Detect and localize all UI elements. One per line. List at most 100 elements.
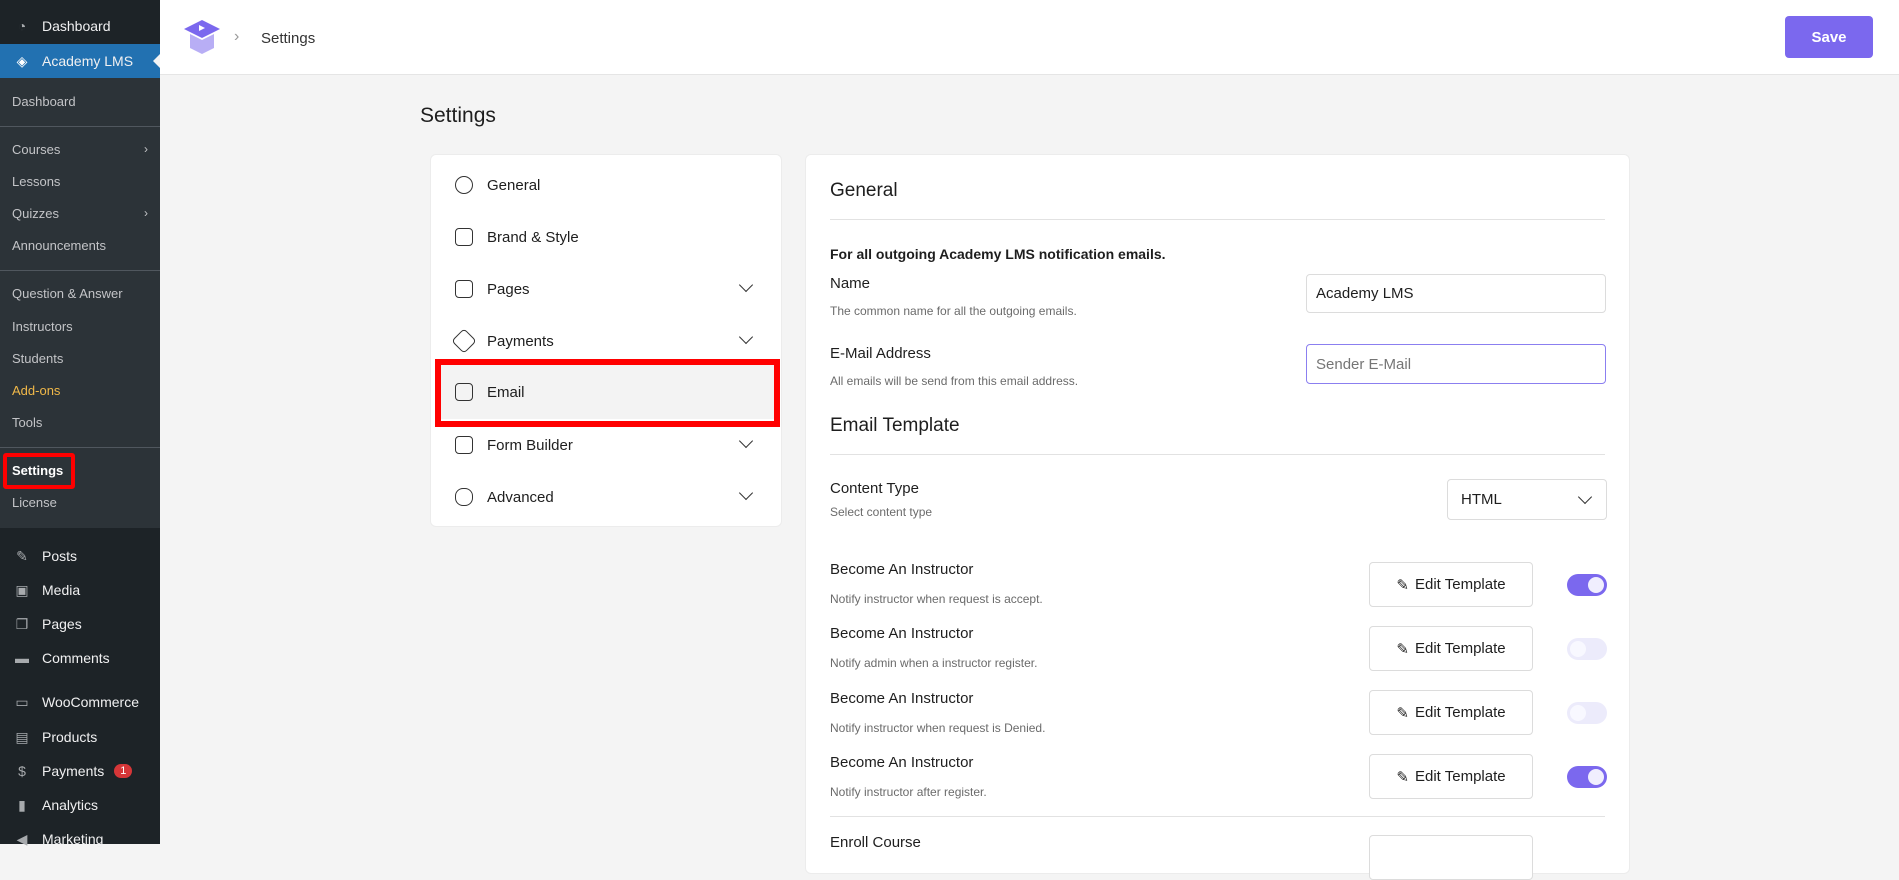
template-toggle[interactable] — [1567, 702, 1607, 724]
section-heading-general: General — [830, 180, 898, 201]
menu-dashboard[interactable]: ◔ Dashboard — [12, 18, 111, 34]
template-title: Become An Instructor — [830, 754, 974, 771]
menu-products[interactable]: ▤ Products — [12, 729, 97, 745]
content-type-label: Content Type — [830, 480, 919, 497]
general-icon — [455, 176, 473, 194]
template-desc: Notify admin when a instructor register. — [830, 656, 1038, 670]
bar-chart-icon: ▮ — [18, 797, 26, 813]
content-type-select[interactable]: HTML — [1447, 479, 1607, 520]
template-title: Enroll Course — [830, 834, 921, 851]
edit-template-button[interactable] — [1369, 835, 1533, 880]
woo-icon: ▭ — [15, 694, 29, 710]
submenu-courses[interactable]: Courses — [12, 142, 60, 157]
submenu-license[interactable]: License — [12, 495, 57, 510]
top-header: › Settings Save — [160, 0, 1899, 75]
megaphone-icon: ◀ — [16, 831, 28, 847]
dollar-icon: $ — [18, 763, 26, 779]
current-arrow — [146, 54, 160, 68]
menu-media[interactable]: ▣ Media — [12, 582, 80, 598]
settings-menu-pages[interactable]: Pages — [431, 265, 781, 313]
name-desc: The common name for all the outgoing ema… — [830, 304, 1077, 318]
intro-text: For all outgoing Academy LMS notificatio… — [830, 246, 1166, 262]
submenu-tools[interactable]: Tools — [12, 415, 42, 430]
chevron-right-icon: › — [144, 206, 148, 220]
dashboard-icon: ◔ — [17, 18, 27, 34]
template-desc: Notify instructor when request is accept… — [830, 592, 1043, 606]
section-heading-email-template: Email Template — [830, 415, 960, 436]
breadcrumb-separator-icon: › — [234, 28, 240, 45]
pages-icon: ❐ — [15, 616, 29, 632]
palette-icon — [455, 228, 473, 246]
chevron-down-icon — [738, 485, 754, 501]
chevron-down-icon — [1577, 489, 1593, 505]
payment-icon — [451, 328, 477, 354]
menu-posts[interactable]: ✎ Posts — [12, 548, 77, 564]
name-input[interactable] — [1306, 274, 1606, 313]
settings-menu-general[interactable]: General — [431, 161, 781, 209]
submenu-dashboard[interactable]: Dashboard — [12, 94, 76, 109]
media-icon: ▣ — [15, 582, 29, 598]
pencil-icon: ✎ — [1396, 576, 1409, 594]
template-toggle[interactable] — [1567, 638, 1607, 660]
email-desc: All emails will be send from this email … — [830, 374, 1079, 388]
wp-admin-sidebar: ◔ Dashboard ◈ Academy LMS Dashboard Course… — [0, 0, 160, 847]
menu-analytics[interactable]: ▮ Analytics — [12, 797, 98, 813]
template-desc: Notify instructor after register. — [830, 785, 987, 799]
submenu-settings[interactable]: Settings — [12, 463, 63, 478]
template-title: Become An Instructor — [830, 561, 974, 578]
menu-comments[interactable]: ▬ Comments — [12, 650, 110, 666]
submenu-students[interactable]: Students — [12, 351, 63, 366]
chevron-down-icon — [738, 329, 754, 345]
submenu-addons[interactable]: Add-ons — [12, 383, 60, 398]
edit-template-button[interactable]: ✎ Edit Template — [1369, 626, 1533, 671]
settings-menu-payments[interactable]: Payments — [431, 317, 781, 365]
comment-icon: ▬ — [15, 650, 29, 666]
edit-template-button[interactable]: ✎ Edit Template — [1369, 690, 1533, 735]
sliders-icon — [455, 488, 473, 506]
edit-template-button[interactable]: ✎ Edit Template — [1369, 754, 1533, 799]
settings-menu-advanced[interactable]: Advanced — [431, 473, 781, 521]
academy-icon: ◈ — [16, 53, 28, 69]
pin-icon: ✎ — [16, 548, 28, 564]
menu-pages[interactable]: ❐ Pages — [12, 616, 82, 632]
email-settings-panel: General For all outgoing Academy LMS not… — [805, 154, 1630, 880]
pencil-icon: ✎ — [1396, 768, 1409, 786]
settings-menu-brand[interactable]: Brand & Style — [431, 213, 781, 261]
chevron-down-icon — [738, 433, 754, 449]
edit-template-button[interactable]: ✎ Edit Template — [1369, 562, 1533, 607]
chevron-down-icon — [738, 277, 754, 293]
pencil-icon: ✎ — [1396, 640, 1409, 658]
academy-submenu: Dashboard Courses › Lessons Quizzes › Anno… — [0, 78, 160, 528]
pencil-icon: ✎ — [1396, 704, 1409, 722]
submenu-qa[interactable]: Question & Answer — [12, 286, 123, 301]
menu-marketing[interactable]: ◀ Marketing — [12, 831, 104, 847]
template-toggle[interactable] — [1567, 574, 1607, 596]
form-icon — [455, 436, 473, 454]
template-title: Become An Instructor — [830, 625, 974, 642]
menu-woocommerce[interactable]: ▭ WooCommerce — [12, 694, 139, 710]
payments-badge: 1 — [114, 764, 133, 778]
academy-logo-icon — [184, 20, 220, 54]
template-desc: Notify instructor when request is Denied… — [830, 721, 1046, 735]
template-title: Become An Instructor — [830, 690, 974, 707]
settings-menu: General Brand & Style Pages Payments Ema… — [430, 154, 782, 527]
menu-payments[interactable]: $ Payments 1 — [12, 763, 133, 779]
menu-academy-lms[interactable]: ◈ Academy LMS — [0, 44, 160, 78]
sender-email-input[interactable] — [1306, 344, 1606, 384]
submenu-lessons[interactable]: Lessons — [12, 174, 60, 189]
archive-icon: ▤ — [15, 729, 29, 745]
submenu-instructors[interactable]: Instructors — [12, 319, 73, 334]
email-label: E-Mail Address — [830, 345, 931, 362]
settings-menu-form-builder[interactable]: Form Builder — [431, 421, 781, 469]
page-title: Settings — [420, 104, 496, 127]
email-highlight-box — [435, 359, 780, 427]
submenu-announcements[interactable]: Announcements — [12, 238, 106, 253]
save-button[interactable]: Save — [1785, 16, 1873, 58]
chevron-right-icon: › — [144, 142, 148, 156]
content-type-desc: Select content type — [830, 505, 933, 519]
submenu-quizzes[interactable]: Quizzes — [12, 206, 59, 221]
template-toggle[interactable] — [1567, 766, 1607, 788]
name-label: Name — [830, 275, 871, 292]
pages-icon — [455, 280, 473, 298]
breadcrumb: Settings — [261, 30, 316, 47]
